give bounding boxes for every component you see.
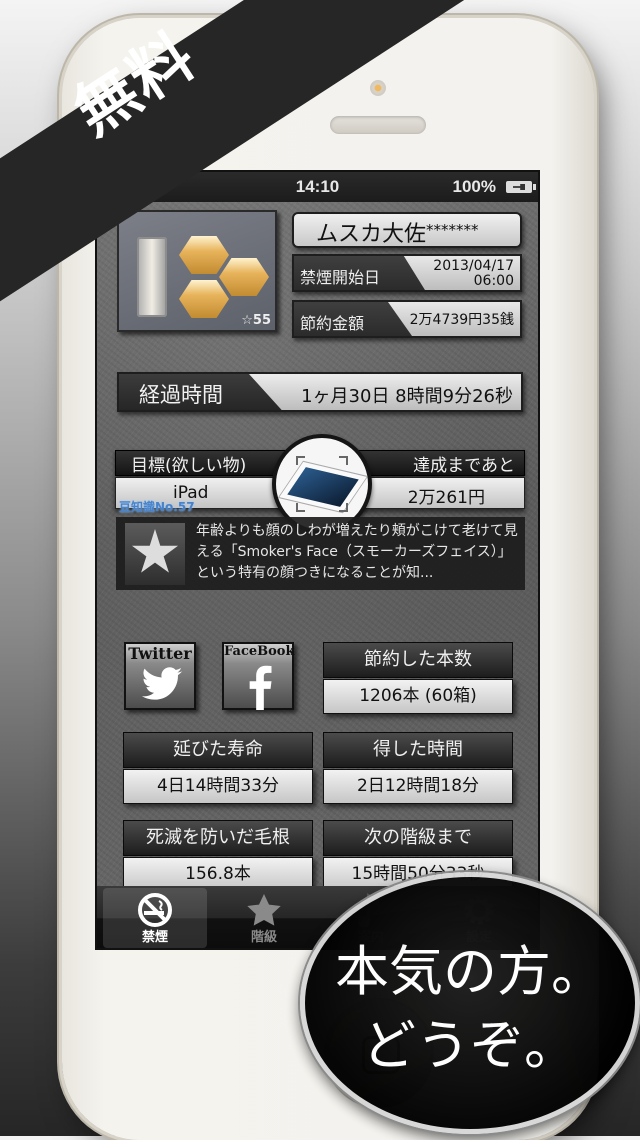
insignia-hex-icon	[179, 236, 229, 274]
quit-time-value: 06:00	[473, 273, 514, 289]
stat-extended-life[interactable]: 延びた寿命 4日14時間33分	[123, 732, 313, 804]
app-screen: iPod 14:10 100% ☆55 ムスカ大佐******* 禁煙開始日 2…	[95, 170, 540, 950]
elapsed-time-plate: 経過時間 1ヶ月30日 8時間9分26秒	[117, 372, 523, 412]
stat-value: 2日12時間18分	[323, 769, 513, 804]
tab-label: 禁煙	[141, 930, 168, 945]
goal-remaining-value: 2万261円	[407, 488, 485, 508]
stat-saved-cigarettes[interactable]: 節約した本数 1206本 (60箱)	[323, 642, 513, 714]
stat-label: 死滅を防いだ毛根	[123, 820, 313, 856]
quit-date-value: 2013/04/17	[433, 258, 514, 274]
elapsed-time-label: 経過時間	[139, 383, 223, 407]
battery-charging-icon	[506, 181, 536, 193]
facebook-button[interactable]: FaceBook	[222, 642, 294, 710]
battery-percent: 100%	[452, 177, 496, 196]
quit-date-plate: 禁煙開始日 2013/04/17 06:00	[292, 254, 522, 292]
rank-name-plate: ムスカ大佐*******	[292, 212, 522, 248]
insignia-hex-icon	[219, 258, 269, 296]
stat-label: 節約した本数	[323, 642, 513, 678]
rank-insignia[interactable]: ☆55	[117, 210, 277, 332]
medal-icon	[125, 523, 185, 585]
promo-line-1: 本気の方。	[335, 940, 605, 1003]
saved-money-plate: 節約金額 2万4739円35銭	[292, 300, 522, 338]
promo-bubble: 本気の方。 どうぞ。	[300, 872, 640, 1134]
stat-label: 次の階級まで	[323, 820, 513, 856]
insignia-hex-icon	[179, 280, 229, 318]
quit-date-label: 禁煙開始日	[300, 268, 381, 287]
goal-remaining-label: 達成まであと	[413, 456, 515, 476]
rank-name-suffix: *******	[426, 221, 479, 239]
stat-label: 延びた寿命	[123, 732, 313, 768]
saved-money-label: 節約金額	[300, 314, 365, 333]
elapsed-time-value: 1ヶ月30日 8時間9分26秒	[249, 374, 521, 410]
twitter-button[interactable]: Twitter	[124, 642, 196, 710]
saved-money-value: 2万4739円35銭	[388, 302, 520, 336]
tab-label: 階級	[250, 930, 277, 945]
trivia-title: 豆知識No.57	[119, 500, 195, 514]
stat-value: 1206本 (60箱)	[323, 679, 513, 714]
no-smoking-icon	[138, 893, 172, 927]
speaker-grille	[330, 116, 426, 134]
twitter-label: Twitter	[128, 644, 192, 663]
tablet-icon	[277, 460, 368, 514]
facebook-label: FaceBook	[224, 644, 295, 659]
insignia-bar-icon	[137, 237, 167, 317]
stat-value: 4日14時間33分	[123, 769, 313, 804]
promo-line-2: どうぞ。	[362, 1014, 578, 1077]
trivia-text: 年齢よりも顔のしわが増えたり頬がこけて老けて見える「Smoker's Face（…	[196, 523, 518, 581]
stat-gained-time[interactable]: 得した時間 2日12時間18分	[323, 732, 513, 804]
stat-label: 得した時間	[323, 732, 513, 768]
star-icon	[247, 894, 281, 926]
tab-rank[interactable]: 階級	[212, 888, 316, 948]
main-content: ☆55 ムスカ大佐******* 禁煙開始日 2013/04/17 06:00 …	[97, 202, 538, 892]
rank-name: ムスカ大佐	[316, 222, 427, 247]
twitter-bird-icon	[141, 667, 183, 700]
stat-hair-roots[interactable]: 死滅を防いだ毛根 156.8本	[123, 820, 313, 892]
trivia-panel[interactable]: 年齢よりも顔のしわが増えたり頬がこけて老けて見える「Smoker's Face（…	[116, 517, 525, 590]
tab-no-smoking[interactable]: 禁煙	[103, 888, 207, 948]
goal-target-label: 目標(欲しい物)	[131, 456, 247, 476]
rank-stars: ☆55	[241, 313, 271, 328]
facebook-f-icon	[249, 665, 272, 710]
camera-icon	[370, 80, 386, 96]
